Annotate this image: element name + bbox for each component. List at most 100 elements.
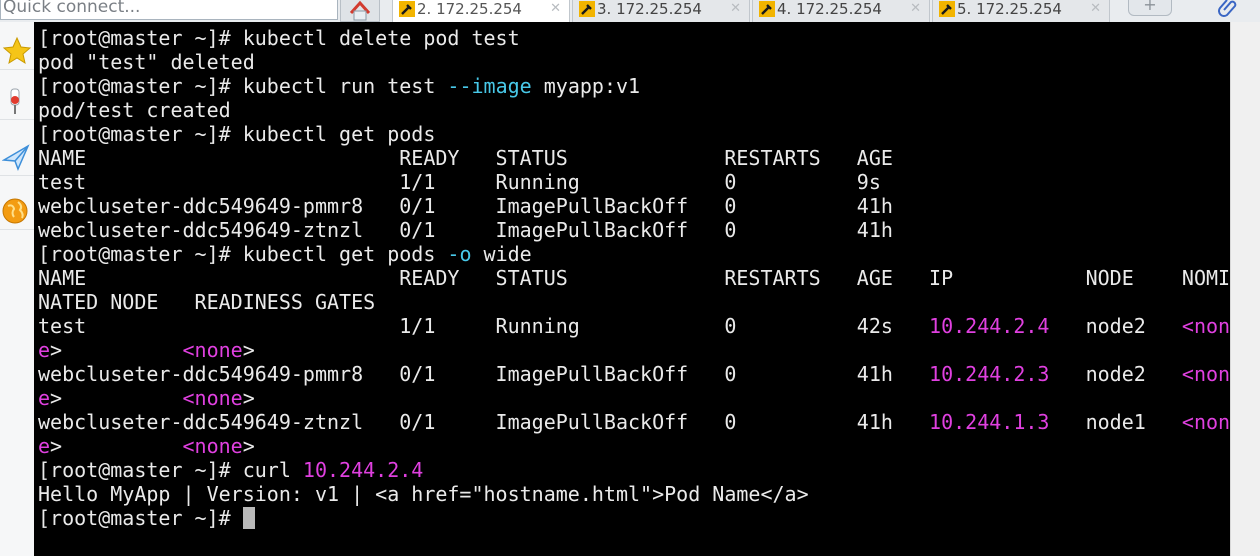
- terminal-line: pod "test" deleted: [38, 50, 1230, 74]
- pin-button[interactable]: [0, 80, 34, 120]
- terminal-text: >: [50, 338, 183, 362]
- terminal-line: e> <none>: [38, 338, 1230, 362]
- terminal-highlight: <none: [182, 386, 243, 410]
- session-key-icon: [939, 1, 955, 17]
- terminal-highlight: e: [38, 386, 51, 410]
- terminal-text: wide: [471, 242, 532, 266]
- tab-label: 2. 172.25.254: [417, 0, 522, 18]
- terminal-line: e> <none>: [38, 386, 1230, 410]
- terminal-option: --image: [447, 74, 532, 98]
- globe-icon: [2, 198, 28, 224]
- terminal-line: webcluseter-ddc549649-pmmr8 0/1 ImagePul…: [38, 194, 1230, 218]
- terminal-text: >: [242, 386, 255, 410]
- terminal-text: webcluseter-ddc549649-pmmr8 0/1 ImagePul…: [38, 362, 930, 386]
- close-icon[interactable]: ✕: [730, 0, 741, 21]
- terminal-pane[interactable]: [root@master ~]# kubectl delete pod test…: [34, 22, 1230, 556]
- terminal-line: e> <none>: [38, 434, 1230, 458]
- terminal-line: test 1/1 Running 0 9s: [38, 170, 1230, 194]
- terminal-highlight: e: [38, 338, 51, 362]
- terminal-text: node2: [1049, 362, 1182, 386]
- terminal-text: pod "test" deleted: [38, 50, 255, 74]
- terminal-line: webcluseter-ddc549649-pmmr8 0/1 ImagePul…: [38, 362, 1230, 386]
- terminal-text: pod/test created: [38, 98, 231, 122]
- terminal-line: [root@master ~]#: [38, 506, 1230, 530]
- terminal-text: test 1/1 Running 0 42s: [38, 314, 930, 338]
- terminal-highlight: 10.244.2.3: [929, 362, 1050, 386]
- terminal-text: [root@master ~]# kubectl run test: [38, 74, 448, 98]
- terminal-line: Hello MyApp | Version: v1 | <a href="hos…: [38, 482, 1230, 506]
- terminal-text: webcluseter-ddc549649-ztnzl 0/1 ImagePul…: [38, 410, 930, 434]
- terminal-line: NATED NODE READINESS GATES: [38, 290, 1230, 314]
- terminal-text: Hello MyApp | Version: v1 | <a href="hos…: [38, 482, 809, 506]
- terminal-line: webcluseter-ddc549649-ztnzl 0/1 ImagePul…: [38, 218, 1230, 242]
- tab-session-3[interactable]: 3. 172.25.254 ✕: [572, 0, 750, 22]
- close-icon[interactable]: ✕: [550, 0, 561, 21]
- terminal-cursor: [242, 507, 255, 529]
- terminal-highlight: <none: [182, 338, 243, 362]
- terminal-option: -o: [447, 242, 472, 266]
- terminal-line: NAME READY STATUS RESTARTS AGE IP NODE N…: [38, 266, 1230, 290]
- star-icon: [2, 36, 32, 65]
- terminal-text: node1: [1049, 410, 1182, 434]
- pin-icon: [10, 88, 20, 114]
- terminal-highlight: 10.244.2.4: [929, 314, 1050, 338]
- terminal-highlight: e: [38, 434, 51, 458]
- terminal-text: >: [242, 338, 255, 362]
- tab-label: 3. 172.25.254: [597, 0, 702, 18]
- vertical-scrollbar[interactable]: [1230, 22, 1260, 556]
- terminal-line: [root@master ~]# kubectl delete pod test: [38, 26, 1230, 50]
- session-key-icon: [759, 1, 775, 17]
- terminal-text: >: [242, 434, 255, 458]
- tab-session-2[interactable]: 2. 172.25.254 ✕: [392, 0, 570, 22]
- home-tab[interactable]: [340, 0, 380, 22]
- terminal-highlight: <none: [182, 434, 243, 458]
- terminal-text: [root@master ~]#: [38, 506, 243, 530]
- tab-session-4[interactable]: 4. 172.25.254 ✕: [752, 0, 930, 22]
- terminal-highlight: 10.244.2.4: [302, 458, 424, 482]
- terminal-line: [root@master ~]# kubectl run test --imag…: [38, 74, 1230, 98]
- terminal-line: [root@master ~]# kubectl get pods -o wid…: [38, 242, 1230, 266]
- terminal-text: myapp:v1: [531, 74, 641, 98]
- web-button[interactable]: [0, 190, 34, 230]
- terminal-text: [root@master ~]# kubectl get pods: [38, 122, 436, 146]
- quick-connect-input[interactable]: Quick connect...: [0, 0, 338, 20]
- close-icon[interactable]: ✕: [1090, 0, 1101, 21]
- side-toolbar: [0, 22, 35, 556]
- favorites-button[interactable]: [0, 30, 34, 70]
- terminal-highlight: <non: [1181, 410, 1230, 434]
- terminal-line: webcluseter-ddc549649-ztnzl 0/1 ImagePul…: [38, 410, 1230, 434]
- terminal-text: [root@master ~]# curl: [38, 458, 303, 482]
- session-key-icon: [579, 1, 595, 17]
- terminal-text: webcluseter-ddc549649-pmmr8 0/1 ImagePul…: [38, 194, 893, 218]
- close-icon[interactable]: ✕: [910, 0, 921, 21]
- terminal-highlight: <non: [1181, 362, 1230, 386]
- new-tab-button[interactable]: +: [1128, 0, 1172, 16]
- terminal-line: pod/test created: [38, 98, 1230, 122]
- terminal-text: NATED NODE READINESS GATES: [38, 290, 376, 314]
- terminal-text: node2: [1049, 314, 1182, 338]
- terminal-output: [root@master ~]# kubectl delete pod test…: [38, 26, 1230, 530]
- terminal-text: >: [50, 434, 183, 458]
- terminal-line: [root@master ~]# curl 10.244.2.4: [38, 458, 1230, 482]
- tab-label: 5. 172.25.254: [957, 0, 1062, 18]
- send-icon: [2, 144, 30, 171]
- terminal-text: [root@master ~]# kubectl get pods: [38, 242, 448, 266]
- session-key-icon: [399, 1, 415, 17]
- terminal-text: NAME READY STATUS RESTARTS AGE: [38, 146, 893, 170]
- paperclip-icon[interactable]: [1218, 0, 1238, 18]
- send-button[interactable]: [0, 136, 34, 176]
- terminal-text: webcluseter-ddc549649-ztnzl 0/1 ImagePul…: [38, 218, 893, 242]
- terminal-text: NAME READY STATUS RESTARTS AGE IP NODE N…: [38, 266, 1230, 290]
- terminal-line: NAME READY STATUS RESTARTS AGE: [38, 146, 1230, 170]
- tab-session-5[interactable]: 5. 172.25.254 ✕: [932, 0, 1110, 22]
- home-icon: [349, 0, 371, 21]
- terminal-line: [root@master ~]# kubectl get pods: [38, 122, 1230, 146]
- terminal-text: >: [50, 386, 183, 410]
- terminal-text: test 1/1 Running 0 9s: [38, 170, 881, 194]
- terminal-highlight: <non: [1181, 314, 1230, 338]
- terminal-line: test 1/1 Running 0 42s 10.244.2.4 node2 …: [38, 314, 1230, 338]
- tab-bar: Quick connect... 2. 172.25.254 ✕ 3. 172.…: [0, 0, 1260, 23]
- terminal-highlight: 10.244.1.3: [929, 410, 1050, 434]
- terminal-text: [root@master ~]# kubectl delete pod test: [38, 26, 520, 50]
- tab-label: 4. 172.25.254: [777, 0, 882, 18]
